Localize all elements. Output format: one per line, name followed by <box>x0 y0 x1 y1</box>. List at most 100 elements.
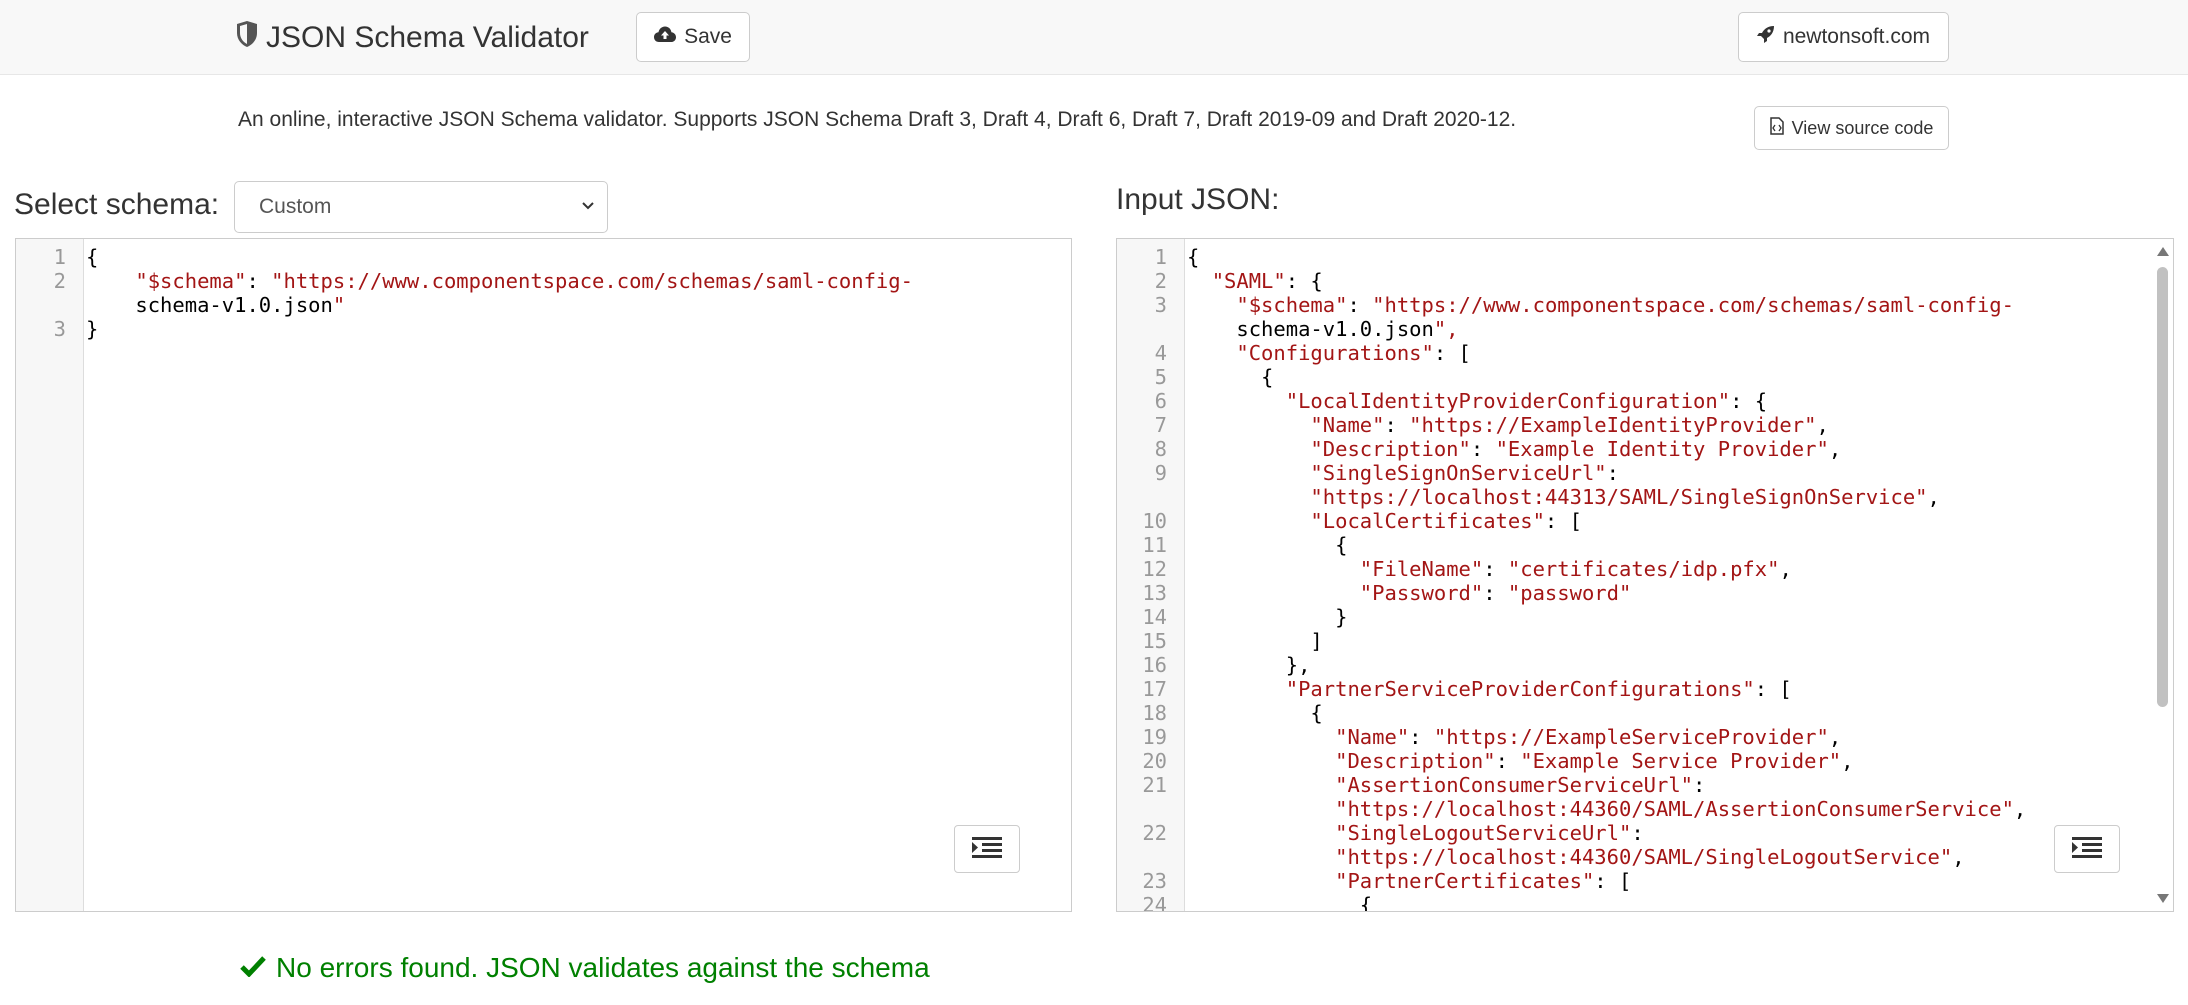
code-line: 4 "Configurations": [ <box>1117 341 2153 365</box>
code-text: "https://localhost:44360/SAML/SingleLogo… <box>1335 845 1965 869</box>
code-text: { <box>1187 245 1200 269</box>
code-text: "Description": "Example Identity Provide… <box>1310 437 1842 461</box>
validation-result: No errors found. JSON validates against … <box>240 952 930 984</box>
code-line: schema-v1.0.json", <box>1117 317 2153 341</box>
view-source-label: View source code <box>1791 117 1934 138</box>
code-text: "Password": "password" <box>1359 581 1632 605</box>
line-number: 1 <box>53 245 66 269</box>
code-line: 1{ <box>1117 245 2153 269</box>
input-editor-lines: 1{2 "SAML": {3 "$schema": "https://www.c… <box>1117 245 2153 912</box>
input-json-editor[interactable]: 1{2 "SAML": {3 "$schema": "https://www.c… <box>1116 238 2174 912</box>
code-text: "https://localhost:44360/SAML/AssertionC… <box>1335 797 2027 821</box>
code-line: 16 }, <box>1117 653 2153 677</box>
code-text: "https://localhost:44313/SAML/SingleSign… <box>1310 485 1940 509</box>
brand-title: JSON Schema Validator <box>266 21 589 54</box>
indent-icon <box>972 836 1002 862</box>
code-line: 1{ <box>16 245 1051 269</box>
schema-format-button[interactable] <box>954 825 1020 873</box>
code-text: "LocalCertificates": [ <box>1310 509 1582 533</box>
code-line: 7 "Name": "https://ExampleIdentityProvid… <box>1117 413 2153 437</box>
line-number: 19 <box>1142 725 1167 749</box>
line-number: 15 <box>1142 629 1167 653</box>
input-json-label: Input JSON: <box>1116 183 1280 216</box>
code-text: "Name": "https://ExampleIdentityProvider… <box>1310 413 1829 437</box>
code-text: } <box>1187 605 1348 629</box>
code-line: 2 "$schema": "https://www.componentspace… <box>16 269 1051 293</box>
code-text: }, <box>1187 653 1311 677</box>
code-line: 23 "PartnerCertificates": [ <box>1117 869 2153 893</box>
scroll-down-icon[interactable] <box>2157 894 2169 903</box>
line-number <box>1117 797 1167 821</box>
code-text: "PartnerServiceProviderConfigurations": … <box>1285 677 1792 701</box>
newtonsoft-label: newtonsoft.com <box>1782 25 1931 48</box>
line-number: 23 <box>1142 869 1167 893</box>
code-line: 12 "FileName": "certificates/idp.pfx", <box>1117 557 2153 581</box>
line-number <box>1117 485 1167 509</box>
newtonsoft-link[interactable]: newtonsoft.com <box>1738 12 1949 62</box>
code-text: { <box>86 245 99 269</box>
code-text: "PartnerCertificates": [ <box>1335 869 1632 893</box>
code-line: 2 "SAML": { <box>1117 269 2153 293</box>
schema-editor-lines: 1{2 "$schema": "https://www.componentspa… <box>16 245 1051 341</box>
line-number: 6 <box>1154 389 1167 413</box>
code-line: 8 "Description": "Example Identity Provi… <box>1117 437 2153 461</box>
code-line: 5 { <box>1117 365 2153 389</box>
input-format-button[interactable] <box>2054 825 2120 873</box>
schema-select[interactable]: Custom <box>234 181 608 233</box>
line-number: 18 <box>1142 701 1167 725</box>
code-text: { <box>1187 893 1373 912</box>
indent-icon <box>2072 836 2102 862</box>
code-line: 22 "SingleLogoutServiceUrl": <box>1117 821 2153 845</box>
scrollbar-thumb[interactable] <box>2157 267 2168 707</box>
schema-select-value: Custom <box>259 195 332 218</box>
line-number <box>16 293 66 317</box>
line-number: 17 <box>1142 677 1167 701</box>
line-number: 22 <box>1142 821 1167 845</box>
line-number: 12 <box>1142 557 1167 581</box>
line-number <box>1117 317 1167 341</box>
code-line: 21 "AssertionConsumerServiceUrl": <box>1117 773 2153 797</box>
code-text: { <box>1187 701 1323 725</box>
line-number: 5 <box>1154 365 1167 389</box>
intro-text: An online, interactive JSON Schema valid… <box>238 108 1517 131</box>
code-line: 9 "SingleSignOnServiceUrl": <box>1117 461 2153 485</box>
code-text: "$schema": "https://www.componentspace.c… <box>1236 293 2014 317</box>
code-line: 14 } <box>1117 605 2153 629</box>
line-number: 10 <box>1142 509 1167 533</box>
brand[interactable]: JSON Schema Validator <box>236 18 589 58</box>
view-source-button[interactable]: View source code <box>1754 106 1949 150</box>
code-text: "LocalIdentityProviderConfiguration": { <box>1285 389 1768 413</box>
code-line: schema-v1.0.json" <box>16 293 1051 317</box>
line-number: 3 <box>1154 293 1167 317</box>
code-line: "https://localhost:44360/SAML/SingleLogo… <box>1117 845 2153 869</box>
code-text: { <box>1187 533 1348 557</box>
code-line: 10 "LocalCertificates": [ <box>1117 509 2153 533</box>
line-number <box>1117 845 1167 869</box>
code-text: "SAML": { <box>1211 269 1323 293</box>
schema-editor[interactable]: 1{2 "$schema": "https://www.componentspa… <box>15 238 1072 912</box>
save-label: Save <box>684 25 732 48</box>
shield-icon <box>236 20 258 56</box>
code-text: "FileName": "certificates/idp.pfx", <box>1359 557 1792 581</box>
line-number: 14 <box>1142 605 1167 629</box>
code-line: 24 { <box>1117 893 2153 912</box>
line-number: 16 <box>1142 653 1167 677</box>
navbar: JSON Schema Validator Save newtonsoft.co… <box>0 0 2188 75</box>
code-text: "SingleSignOnServiceUrl": <box>1310 461 1619 485</box>
code-text: } <box>86 317 99 341</box>
line-number: 8 <box>1154 437 1167 461</box>
save-button[interactable]: Save <box>636 12 750 62</box>
line-number: 4 <box>1154 341 1167 365</box>
cloud-upload-icon <box>654 25 677 49</box>
code-line: 20 "Description": "Example Service Provi… <box>1117 749 2153 773</box>
code-line: 17 "PartnerServiceProviderConfigurations… <box>1117 677 2153 701</box>
line-number: 24 <box>1142 893 1167 912</box>
line-number: 2 <box>1154 269 1167 293</box>
select-schema-label: Select schema: <box>14 188 220 221</box>
scroll-up-icon[interactable] <box>2157 247 2169 256</box>
line-number: 9 <box>1154 461 1167 485</box>
line-number: 13 <box>1142 581 1167 605</box>
editor-scrollbar[interactable] <box>2153 241 2171 909</box>
code-text: schema-v1.0.json", <box>1187 317 1459 341</box>
code-line: 19 "Name": "https://ExampleServiceProvid… <box>1117 725 2153 749</box>
